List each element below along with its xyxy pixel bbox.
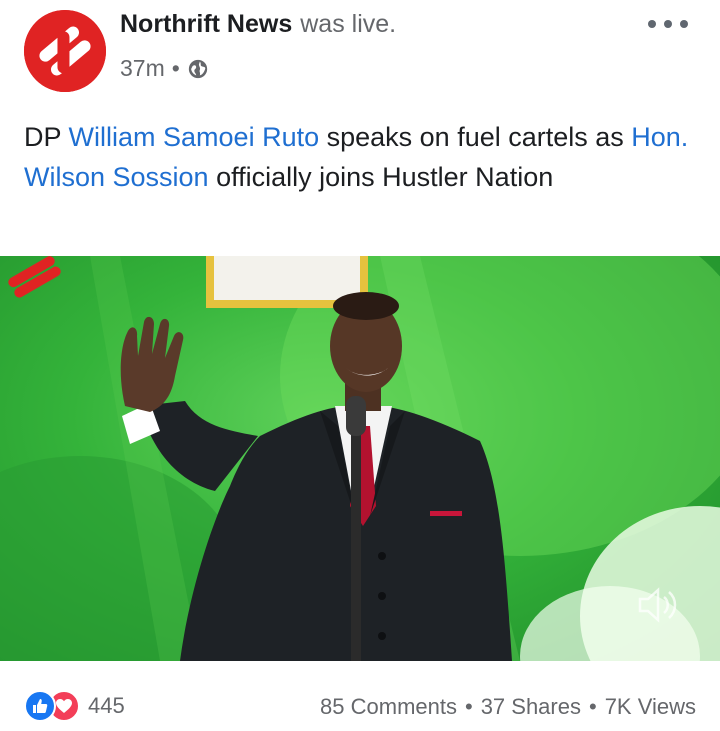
globe-icon [188,59,207,78]
comments-count[interactable]: 85 Comments [320,694,457,720]
more-dot [680,20,688,28]
heart-icon [56,699,72,713]
page-avatar[interactable] [24,10,106,92]
live-status: was live. [300,10,397,38]
speaker-muted-icon[interactable] [634,585,680,625]
post-header: Northrift News was live. 37m • [0,0,720,108]
post-meta: 37m • [120,55,209,82]
mention-william-ruto[interactable]: William Samoei Ruto [69,122,320,152]
more-options-button[interactable] [648,12,688,36]
caption-text: DP [24,122,69,152]
reaction-count: 445 [88,693,125,718]
northrift-logo-icon [24,10,106,92]
post-title: Northrift News was live. [120,10,396,39]
page-name-link[interactable]: Northrift News [120,10,292,38]
post-footer: 445 85 Comments • 37 Shares • 7K Views [0,676,720,731]
stats-separator: • [464,694,473,719]
northrift-logo-icon [8,256,61,298]
more-dot [648,20,656,28]
caption-text: officially joins Hustler Nation [208,162,554,192]
thumbs-up-icon [33,699,48,713]
shares-count[interactable]: 37 Shares [481,694,581,720]
meta-separator: • [171,55,180,81]
video-frame [0,256,720,661]
engagement-stats: 85 Comments • 37 Shares • 7K Views [320,694,696,720]
more-dot [664,20,672,28]
caption-text: speaks on fuel cartels as [319,122,632,152]
post-caption: DP William Samoei Ruto speaks on fuel ca… [24,117,704,197]
live-video[interactable] [0,256,720,661]
like-reaction-icon [24,690,56,722]
post-time[interactable]: 37m [120,55,165,82]
reactions-summary[interactable]: 445 [24,690,125,722]
stats-separator: • [588,694,597,719]
views-count: 7K Views [604,694,696,719]
